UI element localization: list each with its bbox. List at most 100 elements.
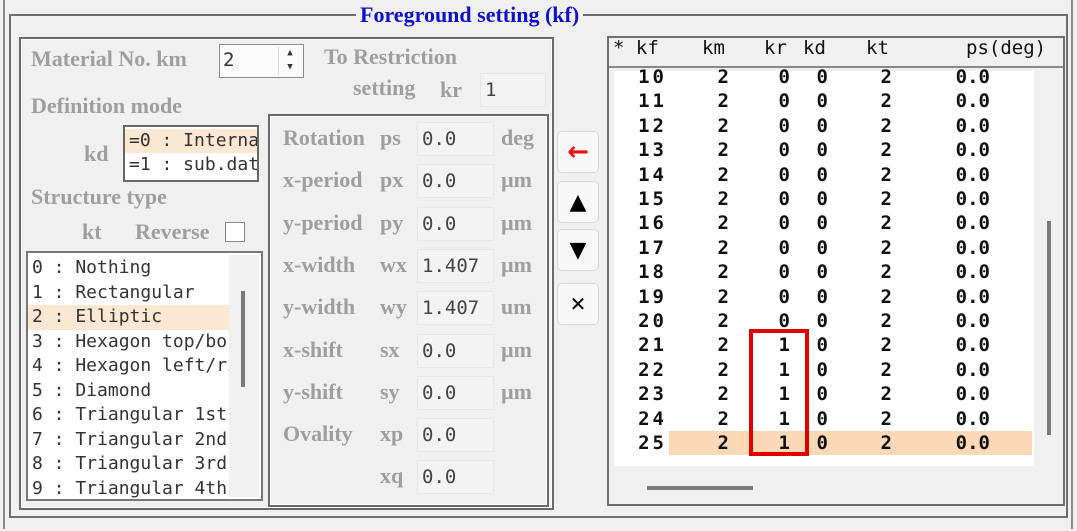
- restriction-kr-field[interactable]: 1: [480, 73, 546, 107]
- table-cell: 0: [778, 114, 790, 137]
- reverse-checkbox[interactable]: [225, 222, 245, 242]
- table-cell: 0: [816, 407, 828, 430]
- table-hscroll-thumb[interactable]: [647, 486, 753, 490]
- table-cell: 0: [816, 163, 828, 186]
- group-title: Foreground setting (kf): [356, 2, 584, 28]
- param-xp-field[interactable]: 0.0: [417, 418, 494, 453]
- table-header-5[interactable]: ps(deg): [966, 37, 1046, 59]
- table-header-2[interactable]: kr: [764, 37, 787, 59]
- table-header-1[interactable]: km: [702, 37, 725, 59]
- structure-type-option[interactable]: 3 : Hexagon top/bo: [28, 330, 232, 355]
- param-label: x-period: [283, 167, 363, 193]
- table-cell: 2: [880, 358, 892, 381]
- structure-type-option[interactable]: 0 : Nothing: [28, 256, 232, 281]
- definition-mode-list[interactable]: =0 : Internal =1 : sub.dat: [123, 125, 259, 182]
- param-symbol: wx: [380, 251, 407, 277]
- table-row[interactable]: 19 2 0 0 2 0.0: [612, 285, 1032, 309]
- table-cell: 2: [717, 236, 729, 259]
- table-cell: 22: [638, 358, 667, 381]
- param-py-field[interactable]: 0.0: [417, 206, 494, 241]
- table-row[interactable]: 21 2 1 0 2 0.0: [612, 333, 1032, 357]
- table-cell: 0: [778, 188, 790, 210]
- structure-type-option[interactable]: 8 : Triangular 3rd-: [28, 452, 232, 477]
- table-cell: 2: [717, 261, 729, 284]
- table-header-3[interactable]: kd: [803, 37, 826, 59]
- table-cell: 14: [638, 163, 667, 186]
- definition-mode-option[interactable]: =1 : sub.dat: [125, 153, 257, 177]
- spinner-buttons[interactable]: ▲ ▼: [278, 47, 301, 75]
- param-sy-field[interactable]: 0.0: [417, 375, 494, 410]
- structure-type-option[interactable]: 2 : Elliptic: [28, 305, 232, 330]
- material-spinner[interactable]: 2 ▲ ▼: [219, 44, 304, 78]
- param-unit: µm: [501, 167, 533, 193]
- table-cell: 17: [638, 236, 667, 259]
- table-row[interactable]: 11 2 0 0 2 0.0: [612, 89, 1032, 113]
- param-px-field[interactable]: 0.0: [417, 164, 494, 199]
- table-cell: 0.0: [955, 139, 990, 162]
- definition-mode-option[interactable]: =0 : Internal: [125, 129, 257, 153]
- table-row[interactable]: 16 2 0 0 2 0.0: [612, 211, 1032, 235]
- table-header-0[interactable]: * kf: [613, 37, 659, 59]
- triangle-down-icon: ▼: [569, 237, 587, 263]
- structure-type-option[interactable]: 6 : Triangular 1st-: [28, 403, 232, 428]
- table-row[interactable]: 13 2 0 0 2 0.0: [612, 138, 1032, 162]
- delete-button[interactable]: ✕: [557, 283, 599, 325]
- param-label: y-period: [283, 209, 363, 235]
- table-cell: 0: [816, 261, 828, 284]
- table-row[interactable]: 12 2 0 0 2 0.0: [612, 114, 1032, 138]
- table-cell: 0.0: [955, 261, 990, 284]
- table-row[interactable]: 20 2 0 0 2 0.0: [612, 309, 1032, 333]
- move-up-button[interactable]: ▲: [557, 181, 599, 223]
- param-label: y-shift: [283, 378, 343, 404]
- table-row[interactable]: 24 2 1 0 2 0.0: [612, 407, 1032, 431]
- definition-mode-param: kd: [84, 141, 109, 166]
- table-cell: 0: [778, 163, 790, 186]
- table-row[interactable]: 22 2 1 0 2 0.0: [612, 358, 1032, 382]
- table-row[interactable]: 15 2 0 0 2 0.0: [612, 187, 1032, 211]
- table-vscroll-thumb[interactable]: [1047, 221, 1051, 435]
- table-row[interactable]: 10 2 0 0 2 0.0: [612, 65, 1032, 89]
- material-value: 2: [223, 49, 235, 71]
- spin-down-icon[interactable]: ▼: [279, 61, 301, 75]
- table-cell: 0: [816, 114, 828, 137]
- structure-type-option[interactable]: 9 : Triangular 4th-: [28, 477, 232, 500]
- param-wx-field[interactable]: 1.407: [417, 248, 494, 283]
- reverse-label: Reverse: [135, 219, 210, 244]
- table-cell: 0: [778, 261, 790, 284]
- triangle-up-icon: ▲: [569, 189, 587, 215]
- table-row[interactable]: 25 2 1 0 2 0.0: [612, 431, 1032, 456]
- table-row[interactable]: 23 2 1 0 2 0.0: [612, 382, 1032, 406]
- structure-type-option[interactable]: 7 : Triangular 2nd-: [28, 428, 232, 453]
- table-row[interactable]: 18 2 0 0 2 0.0: [612, 260, 1032, 284]
- table-cell: 2: [880, 139, 892, 162]
- param-xq-field[interactable]: 0.0: [417, 460, 494, 495]
- table-cell: 2: [880, 285, 892, 308]
- table-cell: 19: [638, 285, 667, 308]
- param-ps-field[interactable]: 0.0: [417, 122, 494, 156]
- table-cell: 0: [816, 236, 828, 259]
- table-cell: 2: [880, 334, 892, 357]
- table-cell: 21: [638, 334, 667, 357]
- list-scrollbar-thumb[interactable]: [241, 291, 245, 387]
- table-cell: 12: [638, 114, 667, 137]
- param-label: Rotation: [283, 125, 365, 150]
- table-cell: 0: [778, 285, 790, 308]
- param-label: Ovality: [283, 421, 353, 447]
- table-header-4[interactable]: kt: [866, 37, 889, 59]
- param-wy-field[interactable]: 1.407: [417, 291, 494, 326]
- move-down-button[interactable]: ▼: [557, 229, 599, 271]
- structure-type-option[interactable]: 5 : Diamond: [28, 379, 232, 404]
- table-row[interactable]: 14 2 0 0 2 0.0: [612, 163, 1032, 187]
- structure-type-list[interactable]: 0 : Nothing 1 : Rectangular 2 : Elliptic…: [26, 251, 263, 501]
- table-cell: 0: [816, 334, 828, 357]
- table-cell: 0.0: [955, 236, 990, 259]
- spin-up-icon[interactable]: ▲: [279, 47, 301, 61]
- table-cell: 2: [880, 114, 892, 137]
- param-sx-field[interactable]: 0.0: [417, 333, 494, 368]
- apply-button[interactable]: ←: [557, 131, 599, 173]
- structure-type-option[interactable]: 1 : Rectangular: [28, 281, 232, 306]
- structure-type-option[interactable]: 4 : Hexagon left/ri: [28, 354, 232, 379]
- table-row[interactable]: 17 2 0 0 2 0.0: [612, 236, 1032, 260]
- param-label: x-width: [283, 251, 356, 277]
- table-cell: 16: [638, 212, 667, 235]
